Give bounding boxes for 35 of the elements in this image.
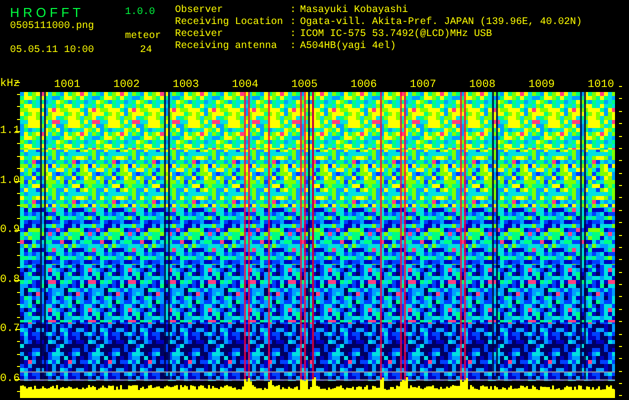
axis-label: 0.7 xyxy=(0,323,20,335)
minute-label: 1001 xyxy=(54,78,82,92)
file-name: 0505111000.png xyxy=(10,21,96,33)
minute-label: 1005 xyxy=(291,78,318,92)
info-label: Observer xyxy=(175,5,224,16)
info-label: Receiving antenna xyxy=(175,41,278,53)
minute-label: 1010 xyxy=(588,78,615,92)
axis-label: 0.6 xyxy=(0,372,20,384)
meteor-label: meteor xyxy=(125,31,162,43)
info-value: ICOM IC-575 53.7492(@LCD)MHz USB xyxy=(300,29,492,40)
minute-label: 1003 xyxy=(172,78,200,92)
info-separator: : xyxy=(290,29,298,41)
minute-label: 1007 xyxy=(410,78,438,92)
info-value: Ogata-vill. Akita-Pref. JAPAN (139.96E, 40.02N) xyxy=(300,17,582,28)
app-name: H R O F F T xyxy=(10,7,82,19)
minute-label: 1006 xyxy=(350,78,378,92)
minute-label: 1002 xyxy=(113,78,141,92)
info-value: Masayuki Kobayashi xyxy=(300,5,408,16)
info-label: Receiving Location xyxy=(175,17,284,28)
axis-label: 1.1 xyxy=(0,125,20,137)
info-separator: : xyxy=(290,17,298,29)
app-version: 1.0.0 xyxy=(125,7,156,19)
info-separator: : xyxy=(290,5,298,17)
axis-label: 1.0 xyxy=(0,174,20,186)
minute-label: 1008 xyxy=(469,78,496,92)
meteor-count: 24 xyxy=(140,45,152,57)
info-value: A504HB(yagi 4el) xyxy=(300,41,396,53)
axis-label: 0.9 xyxy=(0,224,20,236)
axis-unit: kHz xyxy=(0,78,20,90)
date-time: 05.05.11 10:00 xyxy=(10,45,96,57)
info-label: Receiver xyxy=(175,29,224,40)
minute-label: 1009 xyxy=(528,78,556,92)
minute-label: 1004 xyxy=(232,78,260,92)
axis-label: 0.8 xyxy=(0,274,20,286)
info-separator: : xyxy=(290,41,298,53)
